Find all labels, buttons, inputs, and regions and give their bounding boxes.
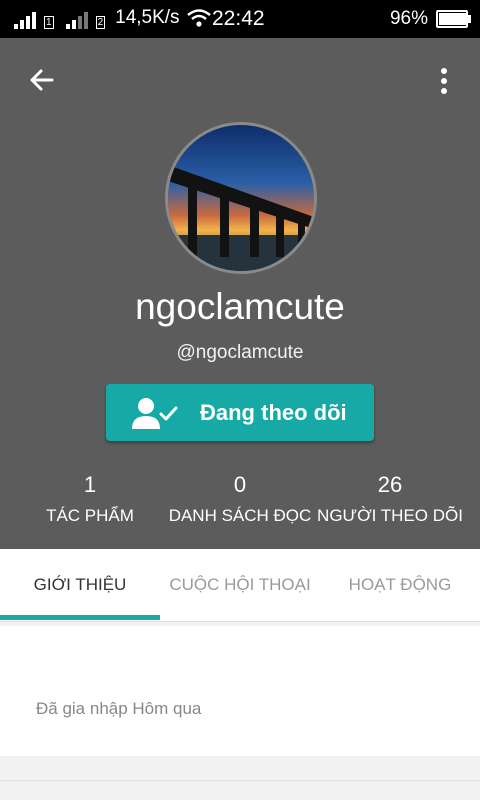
stat-works[interactable]: 1 TÁC PHẨM: [30, 472, 150, 526]
stat-value: 1: [83, 472, 97, 497]
stat-value: 26: [377, 472, 403, 497]
profile-tabs: GIỚI THIỆU CUỘC HỘI THOẠI HOẠT ĐỘNG: [0, 549, 480, 622]
tab-conversations[interactable]: CUỘC HỘI THOẠI: [160, 549, 320, 621]
profile-username: ngoclamcute: [135, 286, 345, 327]
following-button[interactable]: Đang theo dõi: [106, 384, 374, 441]
user-check-icon: [132, 398, 178, 429]
tab-about[interactable]: GIỚI THIỆU: [0, 549, 160, 621]
tab-activity[interactable]: HOẠT ĐỘNG: [320, 549, 480, 621]
joined-date: Đã gia nhập Hôm qua: [36, 699, 202, 718]
profile-header: ngoclamcute @ngoclamcute Đang theo dõi 1…: [0, 38, 480, 549]
more-vertical-icon[interactable]: [430, 66, 458, 96]
battery-fill: [439, 13, 466, 25]
battery-percent: 96%: [389, 8, 428, 29]
stat-label: TÁC PHẨM: [46, 506, 134, 525]
profile-handle: @ngoclamcute: [176, 342, 304, 363]
arrow-left-icon[interactable]: [28, 66, 56, 94]
sim1-label: 1: [44, 16, 54, 29]
battery-icon: [436, 10, 471, 28]
following-button-label: Đang theo dõi: [200, 400, 347, 425]
network-speed: 14,5K/s: [115, 7, 180, 28]
clock: 22:42: [212, 7, 265, 30]
stat-label: DANH SÁCH ĐỌC: [168, 506, 312, 525]
divider: [0, 780, 480, 781]
signal-icon: [65, 9, 88, 29]
status-bar: 1 2 14,5K/s 22:42 96%: [0, 0, 480, 38]
stat-label: NGƯỜI THEO DÕI: [317, 506, 463, 525]
stat-followers[interactable]: 26 NGƯỜI THEO DÕI: [315, 472, 465, 526]
active-tab-indicator: [0, 615, 160, 620]
profile-stats: 1 TÁC PHẨM 0 DANH SÁCH ĐỌC 26 NGƯỜI THEO…: [0, 472, 480, 532]
avatar-image: [168, 125, 314, 271]
stat-reading-lists[interactable]: 0 DANH SÁCH ĐỌC: [165, 472, 315, 526]
status-right: 96%: [389, 8, 471, 30]
signal-icon: [14, 9, 36, 29]
sim2-label: 2: [95, 16, 106, 29]
status-left: 1 2 14,5K/s: [14, 7, 212, 29]
stat-value: 0: [233, 472, 247, 497]
wifi-icon: [186, 9, 211, 27]
about-panel: Đã gia nhập Hôm qua: [0, 626, 480, 756]
avatar[interactable]: [165, 122, 317, 274]
